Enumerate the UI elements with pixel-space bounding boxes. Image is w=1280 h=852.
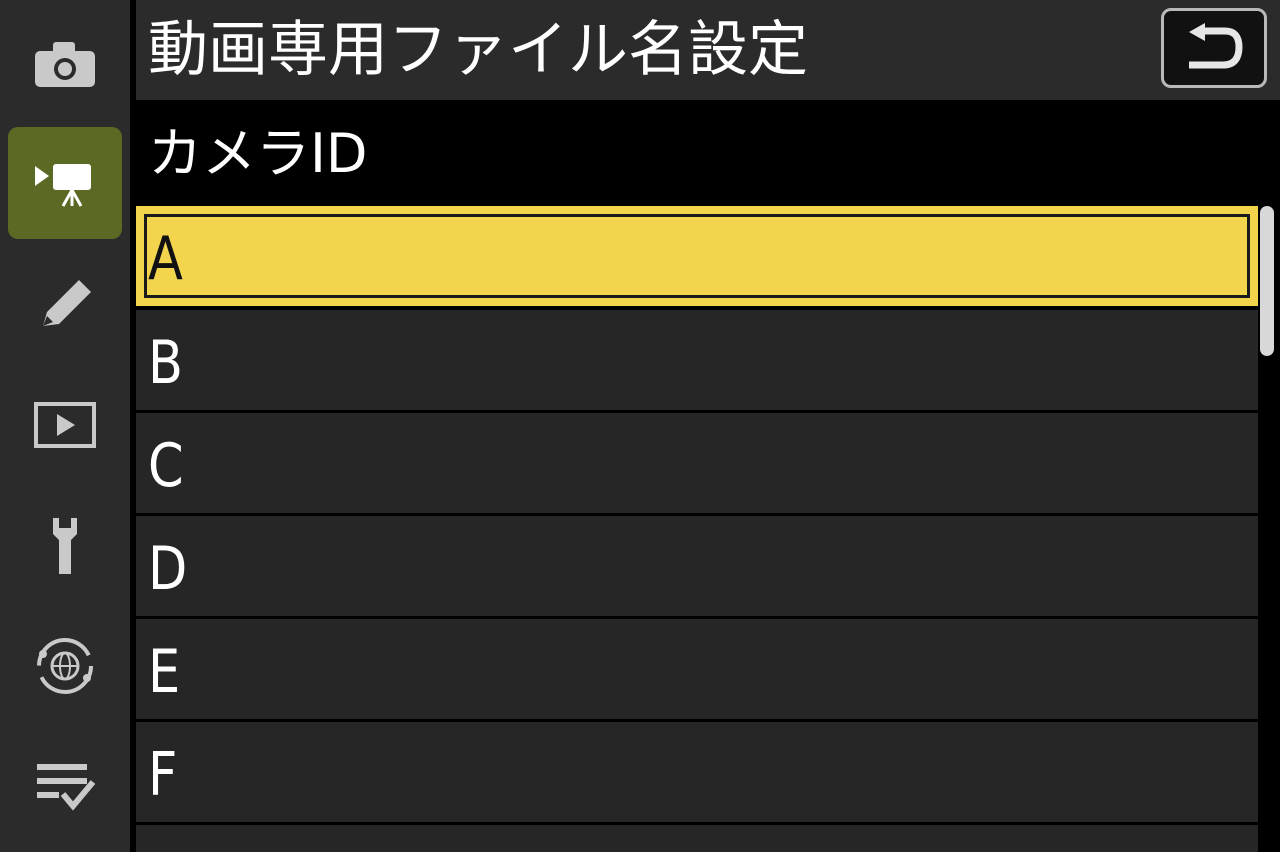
title-bar: 動画専用ファイル名設定 bbox=[136, 0, 1280, 100]
sidebar-item-network[interactable] bbox=[8, 610, 122, 722]
list-item[interactable]: B bbox=[136, 310, 1258, 410]
list-item-label: B bbox=[148, 328, 183, 398]
sidebar-item-playback[interactable] bbox=[8, 370, 122, 482]
return-icon bbox=[1189, 23, 1243, 69]
list-item-label: E bbox=[148, 637, 181, 707]
list-item-label: C bbox=[148, 431, 184, 501]
playback-icon bbox=[34, 402, 96, 448]
camera-icon bbox=[35, 42, 95, 87]
list-item-label: D bbox=[148, 534, 188, 604]
list-item[interactable]: E bbox=[136, 619, 1258, 719]
wrench-icon bbox=[53, 518, 77, 574]
list-item[interactable]: D bbox=[136, 516, 1258, 616]
main-panel: 動画専用ファイル名設定 カメラID A B C D E F bbox=[136, 0, 1280, 852]
back-button[interactable] bbox=[1161, 8, 1267, 88]
sidebar bbox=[0, 0, 130, 852]
list-item[interactable]: F bbox=[136, 722, 1258, 822]
sidebar-item-setup[interactable] bbox=[8, 490, 122, 602]
sidebar-item-my-menu[interactable] bbox=[8, 730, 122, 842]
pencil-icon bbox=[43, 280, 91, 326]
camera-id-label: カメラID bbox=[148, 122, 368, 185]
list-item[interactable]: C bbox=[136, 413, 1258, 513]
movie-camera-icon bbox=[35, 164, 91, 207]
sidebar-item-photo-shooting[interactable] bbox=[8, 8, 122, 120]
page-title: 動画専用ファイル名設定 bbox=[148, 15, 808, 85]
scrollbar[interactable] bbox=[1260, 206, 1274, 356]
list-item-partial[interactable] bbox=[136, 825, 1258, 852]
sidebar-item-custom-settings[interactable] bbox=[8, 250, 122, 362]
network-icon bbox=[37, 638, 93, 694]
list-item-label: A bbox=[148, 224, 183, 294]
sidebar-item-movie-shooting[interactable] bbox=[8, 127, 122, 239]
list-item-label: F bbox=[148, 740, 178, 810]
my-menu-icon bbox=[37, 764, 96, 811]
list-item[interactable]: A bbox=[136, 206, 1258, 306]
